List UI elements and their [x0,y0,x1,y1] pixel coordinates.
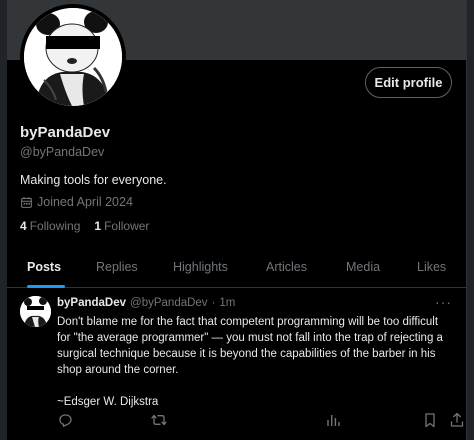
followers-count: 1 [94,219,102,233]
profile-handle: @byPandaDev [20,145,105,159]
tweet-time[interactable]: 1m [219,297,235,309]
tab-replies[interactable]: Replies [96,246,138,287]
bookmark-icon[interactable] [422,412,438,428]
profile-avatar-ring[interactable] [20,4,126,110]
profile-avatar[interactable] [24,8,122,106]
profile-tabs: Posts Replies Highlights Articles Media … [7,246,466,288]
tweet-body-text: Don't blame me for the fact that compete… [57,316,443,376]
window-frame-left [0,0,7,440]
tab-likes[interactable]: Likes [417,246,446,287]
profile-bio: Making tools for everyone. [20,173,167,187]
tweet[interactable]: byPandaDev @byPandaDev · 1m ··· Don't bl… [7,288,466,440]
analytics-icon[interactable] [325,412,341,428]
tweet-author-avatar[interactable] [20,296,51,327]
window-frame-right [467,0,474,440]
more-options-icon[interactable]: ··· [435,294,452,310]
tweet-author-name[interactable]: byPandaDev [57,297,126,309]
calendar-icon [21,196,32,208]
following-label: Following [29,219,81,233]
tweet-header: byPandaDev @byPandaDev · 1m [57,297,235,309]
panda-avatar-image [24,8,122,106]
reply-icon[interactable] [57,412,73,428]
column-border [466,0,467,440]
tweet-actions [57,412,464,430]
share-icon[interactable] [449,412,465,428]
follow-stats: 4 Following 1 Follower [20,219,149,233]
followers-label: Follower [104,219,150,233]
joined-text: Joined April 2024 [37,195,133,209]
panda-avatar-small [20,296,51,327]
followers-link[interactable]: 1 Follower [94,219,149,233]
edit-profile-button[interactable]: Edit profile [365,67,452,98]
profile-joined-date: Joined April 2024 [20,195,133,209]
tab-posts[interactable]: Posts [27,246,61,287]
tweet-separator: · [211,297,216,309]
tab-highlights[interactable]: Highlights [173,246,228,287]
tab-articles[interactable]: Articles [266,246,307,287]
tweet-author-handle[interactable]: @byPandaDev [130,297,208,309]
profile-display-name: byPandaDev [20,124,111,141]
tweet-attribution: ~Edsger W. Dijkstra [57,396,159,408]
repost-icon[interactable] [151,412,167,428]
tweet-text: Don't blame me for the fact that compete… [57,314,452,410]
following-link[interactable]: 4 Following [20,219,80,233]
following-count: 4 [20,219,27,233]
tab-media[interactable]: Media [346,246,380,287]
